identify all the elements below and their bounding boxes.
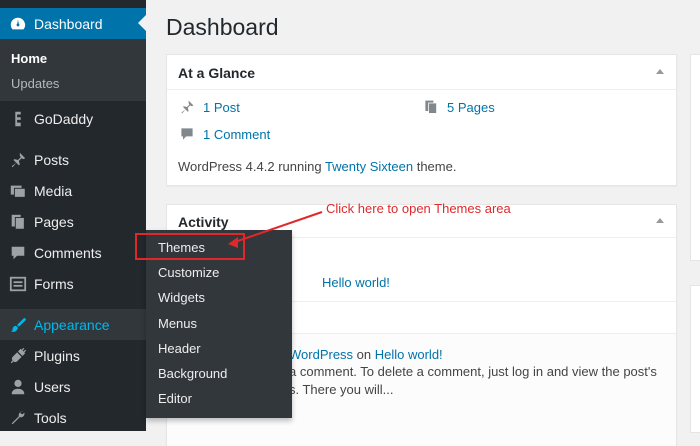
version-suffix: theme. <box>413 159 457 174</box>
flyout-editor[interactable]: Editor <box>158 391 192 406</box>
comment-excerpt-line: s. There you will... <box>289 382 394 397</box>
menu-plugins[interactable]: Plugins <box>0 340 146 371</box>
widget-title: At a Glance <box>178 65 256 81</box>
users-icon <box>8 377 28 397</box>
media-icon <box>8 181 28 201</box>
page-title: Dashboard <box>166 14 279 40</box>
menu-comments[interactable]: Comments <box>0 237 146 268</box>
dashboard-submenu: Home Updates <box>0 39 146 101</box>
menu-tools[interactable]: Tools <box>0 402 146 433</box>
menu-dashboard[interactable]: Dashboard <box>0 8 146 39</box>
comment-on-text: on <box>353 347 375 362</box>
menu-users[interactable]: Users <box>0 371 146 402</box>
annotation-highlight-box <box>135 233 245 260</box>
widget-title: Activity <box>178 214 229 230</box>
annotation-text: Click here to open Themes area <box>326 201 511 216</box>
flyout-customize[interactable]: Customize <box>158 265 219 280</box>
pages-icon <box>8 212 28 232</box>
menu-label: Appearance <box>34 316 110 333</box>
collapse-toggle-icon[interactable] <box>656 218 664 223</box>
menu-media[interactable]: Media <box>0 175 146 206</box>
glance-pages[interactable]: 5 Pages <box>423 99 495 115</box>
secondary-widget-edge <box>690 54 700 261</box>
secondary-widget-edge <box>690 285 700 433</box>
menu-label: Plugins <box>34 347 80 364</box>
menu-pages[interactable]: Pages <box>0 206 146 237</box>
comment-icon <box>8 243 28 263</box>
menu-forms[interactable]: Forms <box>0 268 146 299</box>
submenu-updates[interactable]: Updates <box>11 76 59 91</box>
pin-icon <box>8 150 28 170</box>
glance-posts[interactable]: 1 Post <box>179 99 240 115</box>
menu-label: Posts <box>34 151 70 168</box>
flyout-header[interactable]: Header <box>158 341 201 356</box>
comment-icon <box>181 128 193 140</box>
recent-post-link[interactable]: Hello world! <box>322 275 390 290</box>
current-arrow <box>138 15 146 31</box>
collapse-toggle-icon[interactable] <box>656 69 664 74</box>
flyout-widgets[interactable]: Widgets <box>158 290 205 305</box>
godaddy-icon <box>8 109 28 129</box>
menu-label: GoDaddy <box>34 110 94 127</box>
flyout-background[interactable]: Background <box>158 366 227 381</box>
menu-label: Forms <box>34 275 74 292</box>
menu-label: Media <box>34 182 73 199</box>
theme-link[interactable]: Twenty Sixteen <box>325 159 413 174</box>
menu-label: Pages <box>34 213 74 230</box>
submenu-home[interactable]: Home <box>11 51 47 66</box>
comment-author-link[interactable]: WordPress <box>289 347 353 362</box>
posts-count-link[interactable]: 1 Post <box>203 100 240 115</box>
divider <box>167 89 676 90</box>
pages-icon <box>425 100 437 114</box>
comments-count-link[interactable]: 1 Comment <box>203 127 270 142</box>
version-text: WordPress 4.4.2 running <box>178 159 325 174</box>
dashboard-icon <box>8 14 28 34</box>
comment-meta: WordPress on Hello world! <box>289 346 443 364</box>
pages-count-link[interactable]: 5 Pages <box>447 100 495 115</box>
admin-sidebar: Dashboard Home Updates GoDaddy Posts Med… <box>0 0 146 431</box>
pin-icon <box>181 100 194 114</box>
at-a-glance-widget: At a Glance 1 Post 5 Pages 1 Comment Wor… <box>166 54 677 186</box>
menu-label: Users <box>34 378 71 395</box>
flyout-menus[interactable]: Menus <box>158 316 197 331</box>
menu-label: Comments <box>34 244 102 261</box>
glance-comments[interactable]: 1 Comment <box>179 126 270 142</box>
menu-label: Tools <box>34 409 67 426</box>
version-info: WordPress 4.4.2 running Twenty Sixteen t… <box>178 158 456 176</box>
menu-appearance[interactable]: Appearance <box>0 309 146 340</box>
plugin-icon <box>8 346 28 366</box>
forms-icon <box>8 274 28 294</box>
comment-post-link[interactable]: Hello world! <box>375 347 443 362</box>
comment-excerpt-line: a comment. To delete a comment, just log… <box>289 364 657 379</box>
wrench-icon <box>8 408 28 428</box>
menu-posts[interactable]: Posts <box>0 144 146 175</box>
menu-label: Dashboard <box>34 15 103 32</box>
paintbrush-icon <box>8 315 28 335</box>
menu-godaddy[interactable]: GoDaddy <box>0 103 146 134</box>
